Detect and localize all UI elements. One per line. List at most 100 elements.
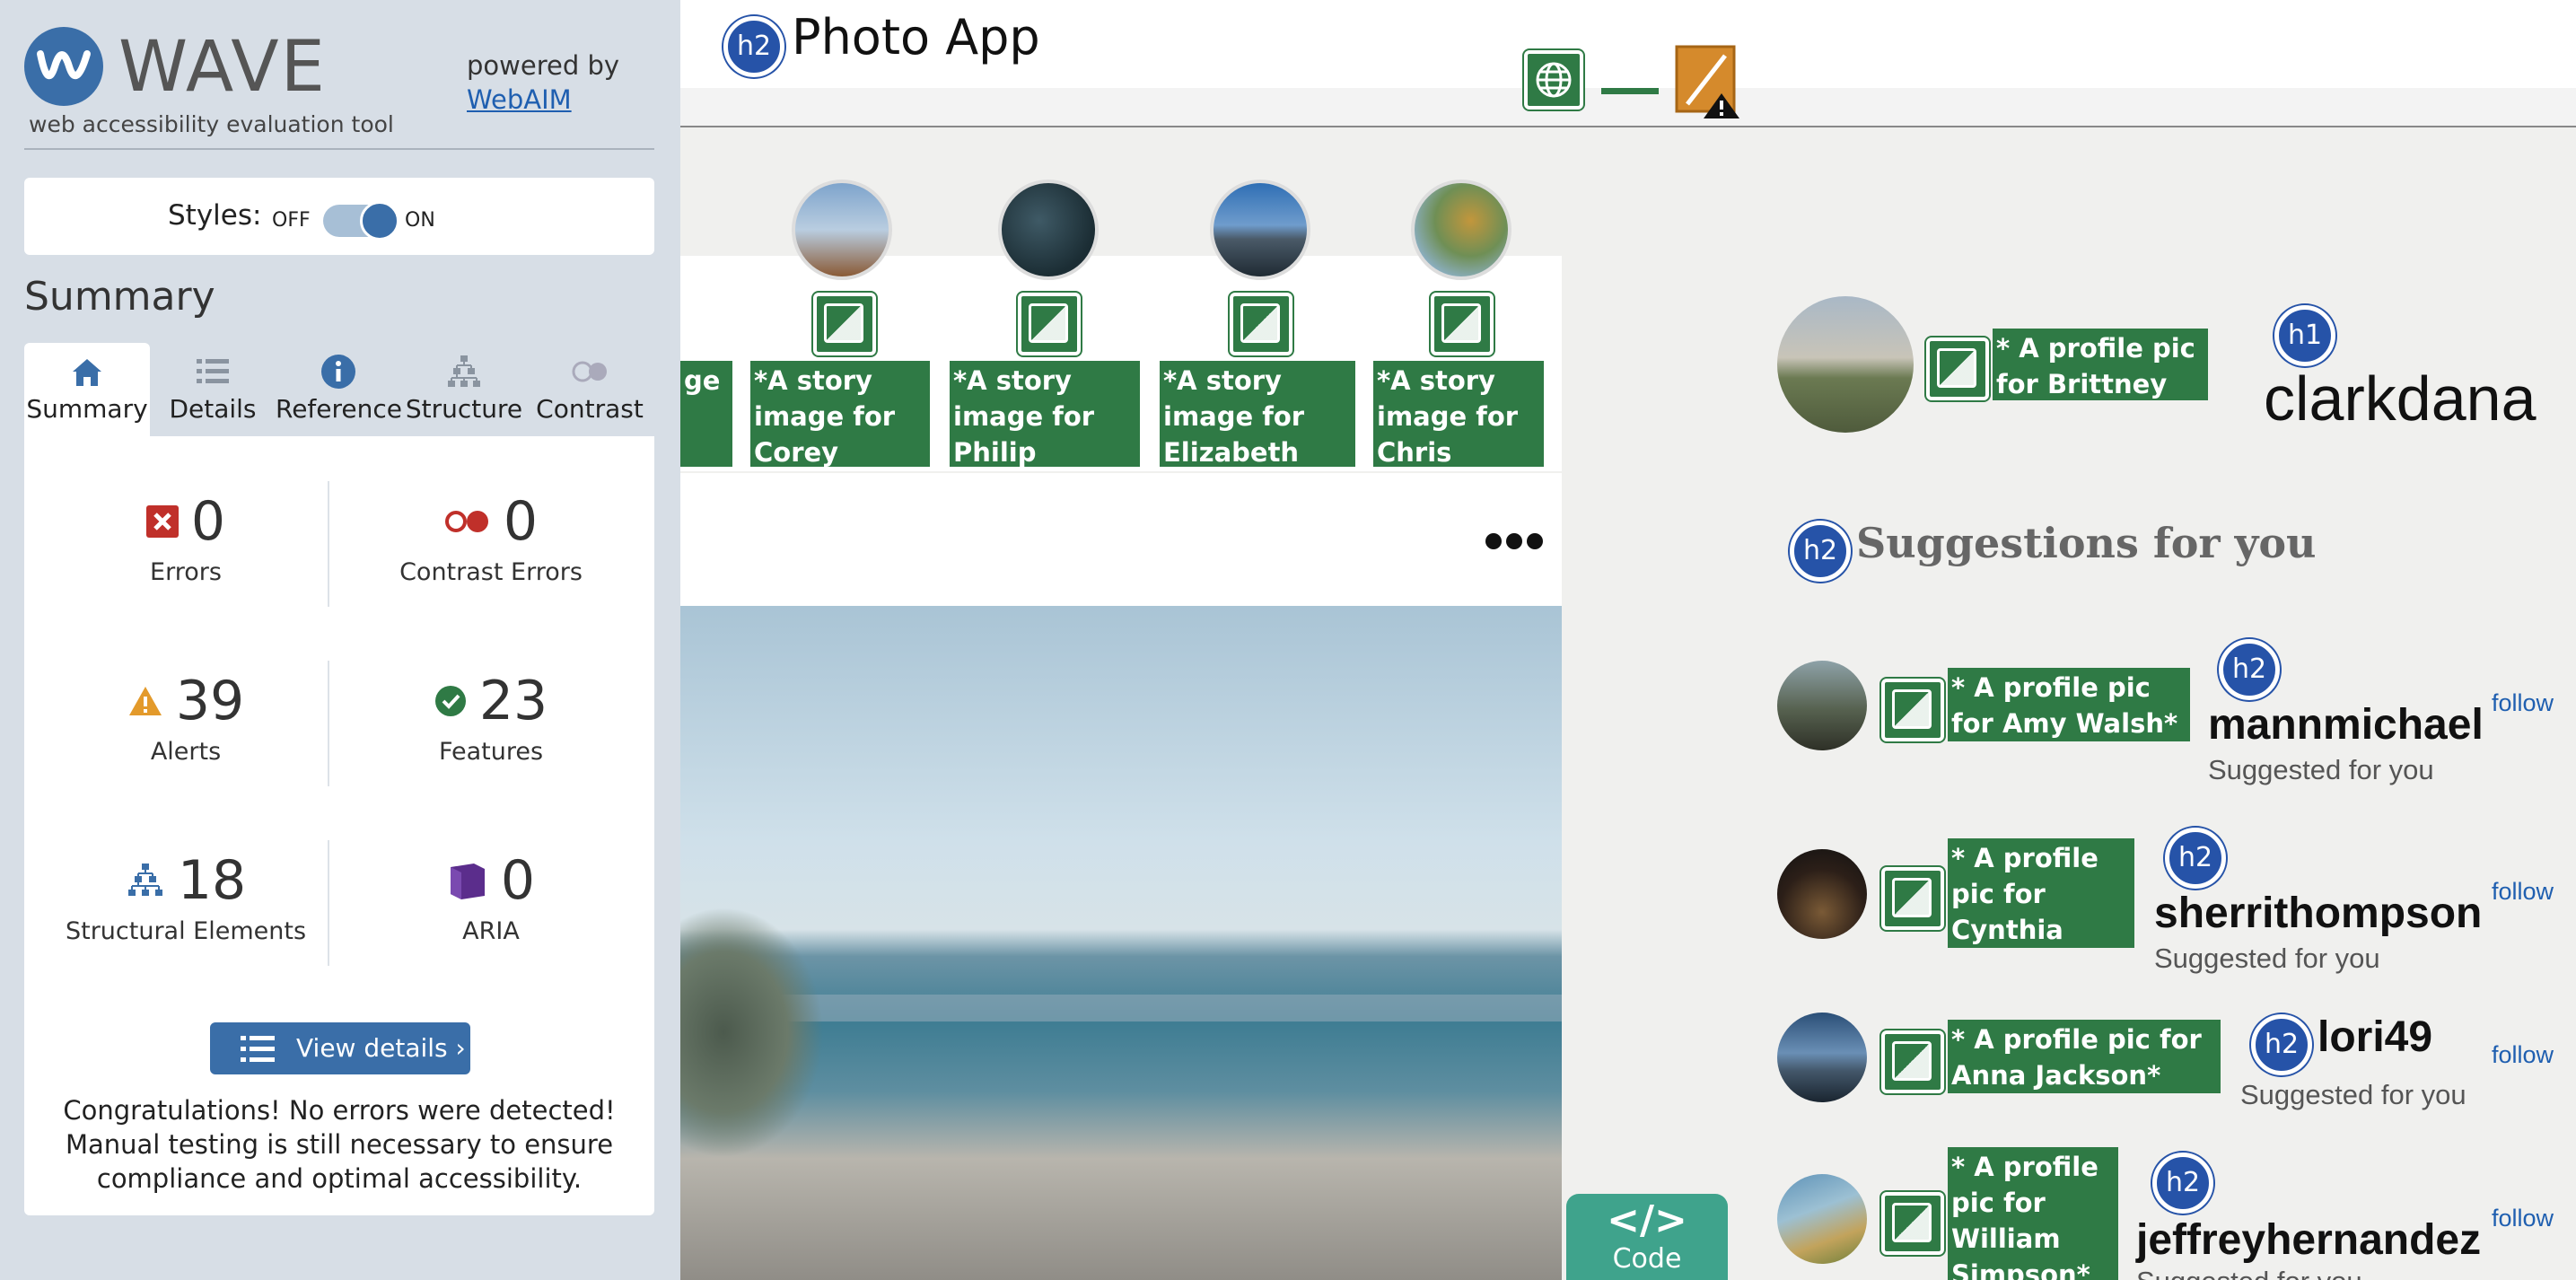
features-count: 23 — [478, 670, 548, 732]
suggestion-subtext: Suggested for you — [2136, 1266, 2362, 1280]
suggestion-alt-label: * A profile pic for Cynthia Richardson* — [1948, 838, 2134, 948]
story-alt-label: ge — [680, 361, 732, 467]
profile-alt-label: * A profile pic for Brittney Brown* — [1993, 329, 2208, 400]
errors-stat[interactable]: 0 Errors — [42, 490, 329, 586]
alerts-stat[interactable]: 39 Alerts — [42, 670, 329, 766]
suggestion-username: mannmichael — [2208, 701, 2484, 749]
aria-icon — [450, 864, 485, 899]
suggestion-alt-label: * A profile pic for Amy Walsh* — [1948, 668, 2190, 741]
feature-check-icon — [434, 686, 466, 716]
tab-reference[interactable]: Reference — [276, 343, 402, 436]
wave-sidebar: WAVE web accessibility evaluation tool p… — [0, 0, 680, 1280]
story-avatar[interactable] — [998, 180, 1099, 280]
image-alt-icon — [1018, 293, 1081, 355]
post-image-tree — [680, 907, 824, 1158]
suggestions-heading: Suggestions for you — [1856, 519, 2317, 567]
view-details-button[interactable]: View details › — [210, 1022, 470, 1074]
follow-link[interactable]: follow — [2492, 689, 2554, 717]
profile-avatar[interactable] — [1777, 296, 1914, 433]
alerts-count: 39 — [175, 670, 245, 732]
webaim-link[interactable]: WebAIM — [467, 84, 572, 115]
aria-count: 0 — [500, 849, 536, 912]
h1-icon: h1 — [2274, 305, 2335, 366]
tab-contrast[interactable]: Contrast — [527, 343, 653, 436]
image-alt-icon — [1230, 293, 1292, 355]
tab-structure[interactable]: Structure — [401, 343, 527, 436]
tab-label: Reference — [276, 394, 402, 424]
tab-label: Structure — [405, 394, 523, 424]
contrast-toggle-icon — [572, 361, 607, 382]
suggestion-subtext: Suggested for you — [2208, 754, 2434, 785]
suggestion-username: jeffreyhernandez — [2136, 1216, 2482, 1264]
errors-count: 0 — [190, 490, 226, 553]
story-alt-label: *A story image for Philip Stewart* — [950, 361, 1140, 467]
code-label: Code — [1612, 1243, 1682, 1275]
features-stat[interactable]: 23 Features — [347, 670, 635, 766]
errors-label: Errors — [150, 558, 222, 586]
profile-username: clarkdana — [2264, 364, 2537, 434]
suggestion-username: lori49 — [2318, 1013, 2433, 1061]
wave-logo-text: WAVE — [118, 27, 327, 108]
divider — [24, 148, 654, 150]
home-icon — [73, 359, 101, 386]
toggle-off-label: OFF — [272, 209, 311, 232]
aria-label: ARIA — [462, 917, 520, 945]
toggle-on-label: ON — [405, 209, 435, 232]
follow-link[interactable]: follow — [2492, 1205, 2554, 1232]
tab-label: Contrast — [536, 394, 644, 424]
story-avatar[interactable] — [792, 180, 892, 280]
more-options-icon[interactable] — [1485, 531, 1544, 555]
wave-logo-icon — [24, 27, 103, 106]
image-alt-icon — [1881, 867, 1944, 930]
summary-heading: Summary — [24, 274, 215, 320]
suggestion-subtext: Suggested for you — [2154, 942, 2380, 974]
list-icon — [241, 1036, 275, 1062]
structural-stat[interactable]: 18 Structural Elements — [42, 849, 329, 945]
contrast-errors-stat[interactable]: 0 Contrast Errors — [347, 490, 635, 586]
wave-tabs: Summary Details Reference Structure Cont… — [24, 343, 654, 436]
app-title: Photo App — [792, 9, 1040, 66]
tab-label: Details — [169, 394, 257, 424]
h2-icon: h2 — [2251, 1014, 2312, 1075]
image-alt-icon — [813, 293, 876, 355]
congrats-message: Congratulations! No errors were detected… — [63, 1095, 616, 1194]
alerts-label: Alerts — [150, 738, 222, 766]
code-toggle-button[interactable]: </> Code — [1566, 1194, 1728, 1280]
story-avatar[interactable] — [1210, 180, 1310, 280]
suggestion-avatar[interactable] — [1777, 1174, 1867, 1264]
styles-toggle-knob[interactable] — [360, 201, 399, 241]
suggestion-subtext: Suggested for you — [2240, 1079, 2466, 1110]
tab-summary[interactable]: Summary — [24, 343, 150, 436]
contrast-errors-count: 0 — [503, 490, 539, 553]
language-globe-icon — [1524, 50, 1583, 110]
styles-label: Styles: — [168, 199, 262, 232]
error-icon — [145, 505, 179, 538]
contrast-errors-label: Contrast Errors — [399, 558, 583, 586]
h2-icon: h2 — [2219, 639, 2280, 700]
styles-toggle-panel: Styles: OFF ON — [24, 178, 654, 255]
image-alt-icon — [1881, 1030, 1944, 1093]
aria-stat[interactable]: 0 ARIA — [347, 849, 635, 945]
suggestion-username: sherrithompson — [2154, 890, 2483, 937]
feature-underline-icon — [1601, 88, 1659, 94]
h2-icon: h2 — [1790, 521, 1851, 582]
suggestion-avatar[interactable] — [1777, 849, 1867, 939]
tab-details[interactable]: Details — [150, 343, 276, 436]
alert-layout-icon — [1675, 45, 1739, 118]
suggestion-avatar[interactable] — [1777, 661, 1867, 750]
image-alt-icon — [1881, 1192, 1944, 1255]
image-alt-icon — [1926, 338, 1989, 400]
story-alt-label: *A story image for Chris Rose* — [1373, 361, 1544, 467]
suggestion-avatar[interactable] — [1777, 1013, 1867, 1102]
structural-label: Structural Elements — [65, 917, 307, 945]
suggestion-alt-label: * A profile pic for William Simpson* — [1948, 1147, 2118, 1280]
hierarchy-icon — [448, 355, 480, 387]
follow-link[interactable]: follow — [2492, 878, 2554, 906]
wave-logo-subtitle: web accessibility evaluation tool — [29, 111, 394, 137]
story-avatar[interactable] — [1411, 180, 1511, 280]
h2-icon: h2 — [2165, 828, 2226, 889]
info-icon — [321, 355, 355, 389]
follow-link[interactable]: follow — [2492, 1041, 2554, 1069]
image-alt-icon — [1431, 293, 1494, 355]
